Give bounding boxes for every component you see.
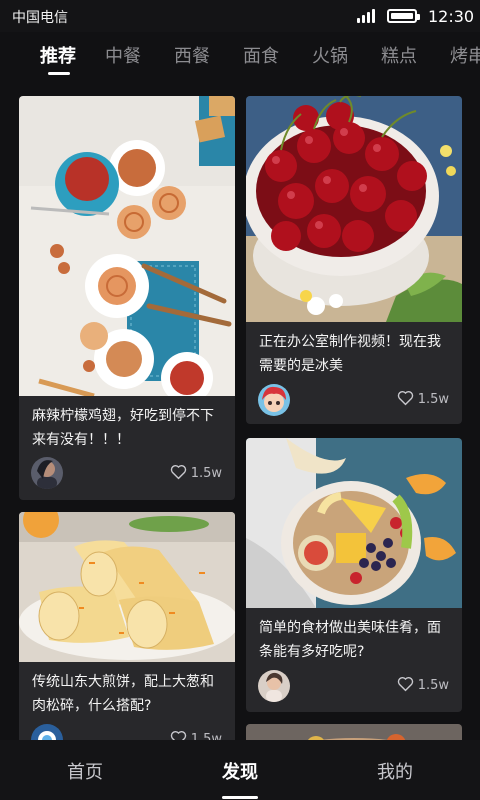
tab-chinese[interactable]: 中餐 xyxy=(105,42,141,68)
user-avatar-icon[interactable] xyxy=(31,457,63,489)
nav-discover[interactable]: 发现 xyxy=(222,758,258,784)
like-count[interactable]: 1.5w xyxy=(170,464,222,481)
nav-profile[interactable]: 我的 xyxy=(377,758,413,784)
cherries-bowl-photo[interactable] xyxy=(246,96,462,322)
category-tabs: 推荐 中餐 西餐 面食 火锅 糕点 烤串 xyxy=(0,32,480,82)
clock: 12:30 xyxy=(428,7,475,26)
user-avatar-icon[interactable] xyxy=(258,670,290,702)
like-count-text: 1.5w xyxy=(417,678,449,693)
heart-icon xyxy=(397,390,413,406)
like-count-text: 1.5w xyxy=(417,392,449,407)
crepes-photo[interactable] xyxy=(19,512,235,662)
carrier-label: 中国电信 xyxy=(12,10,68,26)
signal-icon xyxy=(357,9,379,23)
tab-hotpot[interactable]: 火锅 xyxy=(312,42,348,68)
like-count-text: 1.5w xyxy=(190,466,222,481)
tab-pastry[interactable]: 糕点 xyxy=(381,42,417,68)
card-title[interactable]: 传统山东大煎饼，配上大葱和肉松碎，什么搭配? xyxy=(32,670,226,718)
heart-icon xyxy=(397,676,413,692)
fruit-plate-photo[interactable] xyxy=(246,438,462,608)
card-title[interactable]: 简单的食材做出美味佳肴，面条能有多好吃呢? xyxy=(259,616,453,664)
like-count[interactable]: 1.5w xyxy=(397,390,449,407)
card-title[interactable]: 正在办公室制作视频！现在我需要的是冰美 xyxy=(259,330,453,378)
feed-card[interactable]: 传统山东大煎饼，配上大葱和肉松碎，什么搭配? 1.5w xyxy=(19,512,235,752)
tab-indicator xyxy=(48,72,70,75)
tab-recommend[interactable]: 推荐 xyxy=(40,42,76,68)
feed-card[interactable]: 麻辣柠檬鸡翅，好吃到停不下来有没有！！！ 1.5w xyxy=(19,96,235,500)
heart-icon xyxy=(170,464,186,480)
user-avatar-icon[interactable] xyxy=(258,384,290,416)
nav-indicator xyxy=(222,796,258,799)
battery-icon xyxy=(387,9,420,23)
tab-western[interactable]: 西餐 xyxy=(174,42,210,68)
feed-card[interactable]: 正在办公室制作视频！现在我需要的是冰美 1.5w xyxy=(246,96,462,424)
status-bar: 中国电信 12:30 xyxy=(0,0,480,32)
cookies-and-tea-photo[interactable] xyxy=(19,96,235,396)
bottom-navigation: 首页 发现 我的 xyxy=(0,740,480,800)
feed-card[interactable]: 简单的食材做出美味佳肴，面条能有多好吃呢? 1.5w xyxy=(246,438,462,712)
tab-noodles[interactable]: 面食 xyxy=(243,42,279,68)
card-title[interactable]: 麻辣柠檬鸡翅，好吃到停不下来有没有！！！ xyxy=(32,404,226,452)
nav-home[interactable]: 首页 xyxy=(67,758,103,784)
like-count[interactable]: 1.5w xyxy=(397,676,449,693)
tab-skewers[interactable]: 烤串 xyxy=(450,42,480,68)
